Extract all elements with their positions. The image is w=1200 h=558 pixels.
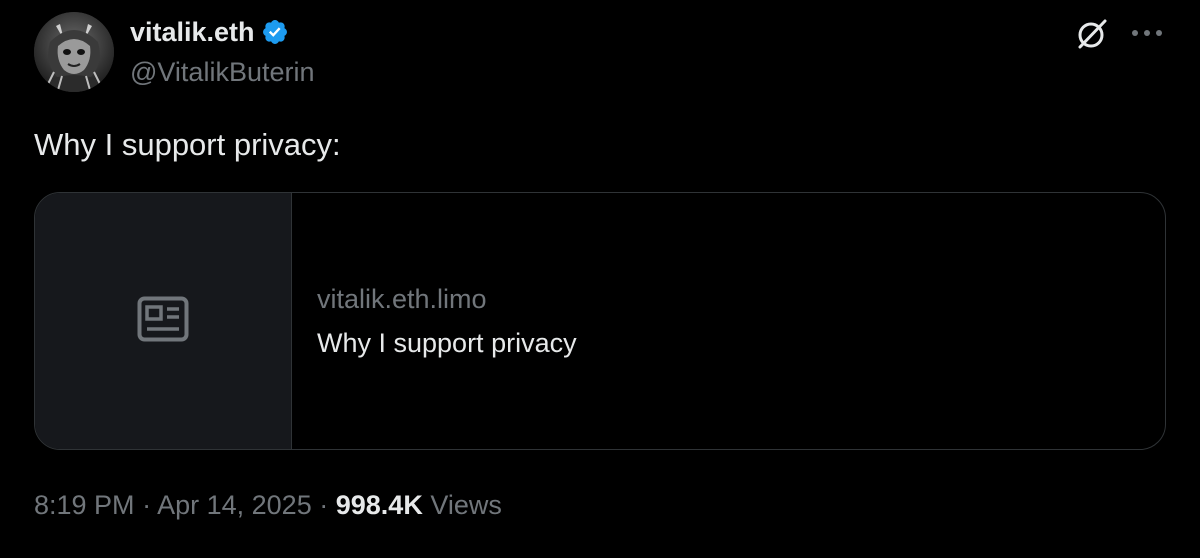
- author-display-name[interactable]: vitalik.eth: [130, 16, 255, 48]
- tweet-metadata: 8:19 PM · Apr 14, 2025 · 998.4K Views: [34, 488, 502, 522]
- link-card-thumbnail: [35, 193, 292, 449]
- tweet-date[interactable]: Apr 14, 2025: [157, 490, 312, 520]
- verified-badge-icon[interactable]: [261, 18, 289, 46]
- more-options-icon[interactable]: [1128, 18, 1166, 48]
- link-card[interactable]: vitalik.eth.limo Why I support privacy: [34, 192, 1166, 450]
- tweet-time[interactable]: 8:19 PM: [34, 490, 135, 520]
- meta-separator: ·: [319, 490, 329, 520]
- link-card-body: vitalik.eth.limo Why I support privacy: [317, 283, 577, 359]
- views-count[interactable]: 998.4K: [336, 490, 423, 520]
- tweet: vitalik.eth @VitalikButerin Why I suppor…: [0, 0, 1200, 558]
- article-icon: [137, 296, 189, 347]
- author-name-row: vitalik.eth: [130, 16, 289, 48]
- tweet-text: Why I support privacy:: [34, 127, 341, 162]
- link-card-domain: vitalik.eth.limo: [317, 284, 487, 314]
- grok-icon[interactable]: [1074, 16, 1110, 52]
- author-handle[interactable]: @VitalikButerin: [130, 56, 315, 88]
- views-label: Views: [430, 490, 502, 520]
- avatar-image: [34, 12, 114, 92]
- meta-separator: ·: [142, 490, 152, 520]
- avatar[interactable]: [34, 12, 114, 92]
- link-card-title: Why I support privacy: [317, 328, 577, 358]
